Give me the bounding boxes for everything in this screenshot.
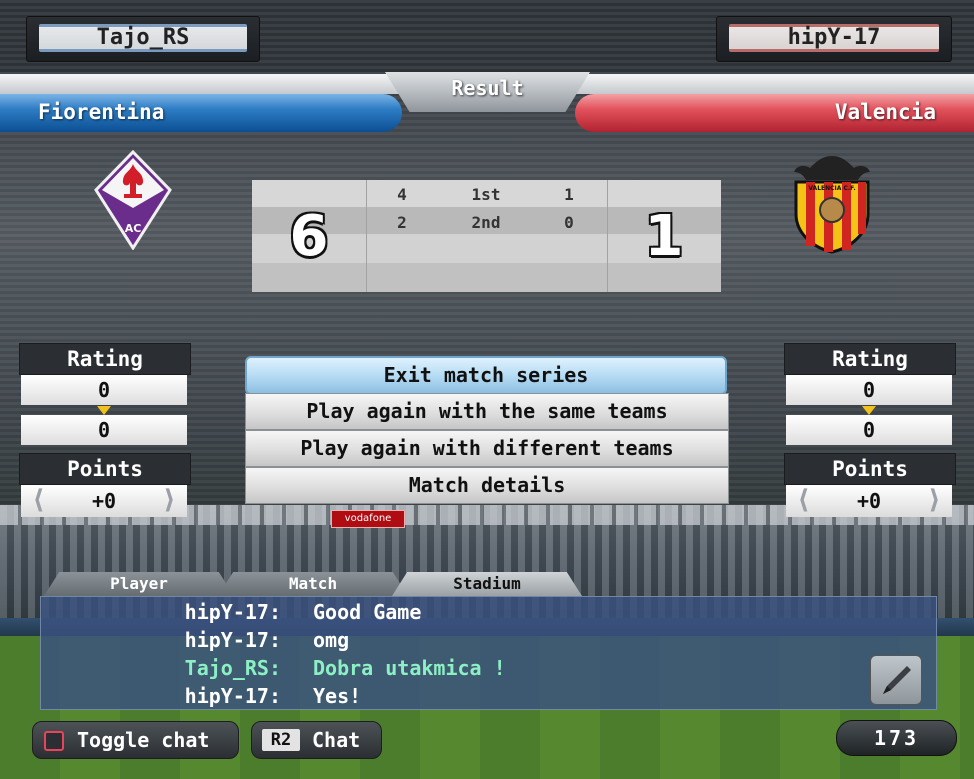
scoreboard-divider: [366, 180, 367, 292]
home-rating-before: 0: [21, 375, 187, 405]
chat-tabs: Player Match Stadium: [44, 572, 584, 596]
match-details-button[interactable]: Match details: [245, 467, 729, 504]
fiorentina-crest-icon: AC: [94, 150, 172, 250]
toggle-chat-button[interactable]: Toggle chat: [32, 721, 239, 759]
square-button-icon: [44, 731, 64, 751]
exit-match-series-button[interactable]: Exit match series: [245, 356, 727, 395]
pen-glyph: [883, 666, 911, 694]
home-player-name: Tajo_RS: [39, 24, 247, 52]
chat-message: hipY-17: Good Game: [41, 598, 936, 626]
chat-text: Yes!: [313, 684, 362, 708]
chat-message: Tajo_RS: Dobra utakmica !: [41, 654, 936, 682]
sponsor-label: vodafone: [344, 513, 392, 524]
chat-button[interactable]: R2 Chat: [251, 721, 382, 759]
chevron-left-icon: ⟨: [31, 485, 47, 515]
away-rating-after: 0: [786, 415, 952, 445]
chevron-right-icon: ⟩: [161, 485, 177, 515]
chat-sender: Tajo_RS:: [184, 656, 281, 680]
home-team-bar: Fiorentina: [0, 94, 402, 132]
tab-match[interactable]: Match: [218, 572, 408, 596]
away-player-tag: hipY-17: [716, 16, 952, 62]
home-crest-text: AC: [125, 222, 142, 235]
valencia-crest-icon: VALENCIA C.F.: [794, 156, 870, 254]
first-half-label: 1st: [471, 185, 501, 204]
r2-button-icon: R2: [262, 729, 300, 751]
home-rating-after: 0: [21, 415, 187, 445]
sponsor-board: vodafone: [331, 510, 405, 528]
chat-message: hipY-17: Yes!: [41, 682, 936, 710]
chat-text: Good Game: [313, 600, 422, 624]
away-rating-label: Rating: [784, 343, 956, 375]
first-half-away-score: 1: [564, 185, 574, 204]
tab-player[interactable]: Player: [44, 572, 234, 596]
pen-icon[interactable]: [870, 655, 922, 705]
play-again-different-teams-button[interactable]: Play again with different teams: [245, 430, 729, 467]
chat-message: hipY-17: omg: [41, 626, 936, 654]
chat-sender: hipY-17:: [184, 600, 281, 624]
chat-text: Dobra utakmica !: [313, 656, 506, 680]
chat-text: omg: [313, 628, 350, 652]
home-rating-label: Rating: [19, 343, 191, 375]
home-points-value: +0: [91, 489, 117, 513]
rating-change-arrow-icon: [862, 406, 876, 415]
chat-sender: hipY-17:: [184, 628, 281, 652]
second-half-away-score: 0: [564, 213, 574, 232]
counter-display: 173: [836, 720, 957, 756]
second-half-label: 2nd: [471, 213, 501, 232]
tab-stadium[interactable]: Stadium: [392, 572, 582, 596]
chat-sender: hipY-17:: [184, 684, 281, 708]
home-points-label: Points: [19, 453, 191, 485]
rating-change-arrow-icon: [97, 406, 111, 415]
away-points-box: ⟨ +0 ⟩: [786, 485, 952, 517]
scoreboard: 6 1 4 1st 1 2 2nd 0: [252, 180, 721, 292]
chat-label: Chat: [312, 728, 361, 752]
page-title: Result: [451, 76, 524, 100]
home-final-score: 6: [289, 204, 329, 269]
chat-log[interactable]: hipY-17: Good Game hipY-17: omg Tajo_RS:…: [40, 596, 937, 710]
away-crest-text: VALENCIA C.F.: [808, 185, 855, 192]
home-points-box: ⟨ +0 ⟩: [21, 485, 187, 517]
away-player-name: hipY-17: [729, 24, 939, 52]
toggle-chat-label: Toggle chat: [77, 728, 210, 752]
home-player-tag: Tajo_RS: [26, 16, 260, 62]
second-half-home-score: 2: [397, 213, 407, 232]
away-points-value: +0: [856, 489, 882, 513]
away-final-score: 1: [644, 204, 684, 269]
chevron-left-icon: ⟨: [796, 485, 812, 515]
chevron-right-icon: ⟩: [926, 485, 942, 515]
away-team-bar: Valencia: [575, 94, 974, 132]
play-again-same-teams-button[interactable]: Play again with the same teams: [245, 393, 729, 430]
away-rating-before: 0: [786, 375, 952, 405]
away-points-label: Points: [784, 453, 956, 485]
first-half-home-score: 4: [397, 185, 407, 204]
